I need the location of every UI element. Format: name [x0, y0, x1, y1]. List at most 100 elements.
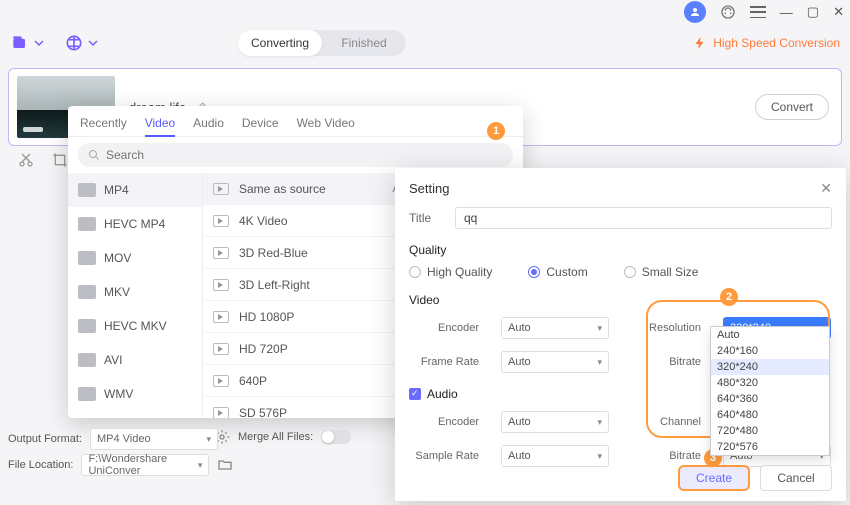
title-field-label: Title	[409, 211, 445, 225]
sidebar-item-hevc-mkv[interactable]: HEVC MKV	[68, 309, 202, 343]
add-file-button[interactable]	[10, 33, 44, 53]
sidebar-item-label: MKV	[104, 285, 130, 299]
resolution-option[interactable]: 720*576	[711, 439, 829, 455]
preset-icon	[213, 407, 229, 419]
preset-label: Same as source	[239, 182, 326, 196]
sidebar-item-hevc-mp4[interactable]: HEVC MP4	[68, 207, 202, 241]
select-value: Auto	[508, 416, 531, 428]
preset-icon	[213, 215, 229, 227]
output-format-select[interactable]: MP4 Video▾	[90, 428, 218, 450]
output-format-value: MP4 Video	[97, 433, 151, 445]
preset-label: 3D Red-Blue	[239, 246, 308, 260]
encoder-label: Encoder	[409, 322, 479, 334]
radio-small-size[interactable]: Small Size	[624, 265, 699, 279]
sidebar-item-avi[interactable]: AVI	[68, 343, 202, 377]
create-button-label: Create	[696, 471, 732, 485]
create-button[interactable]: Create	[678, 465, 750, 491]
user-avatar-button[interactable]	[684, 1, 706, 23]
sidebar-item-mp4[interactable]: MP4	[68, 173, 202, 207]
audio-checkbox[interactable]	[409, 388, 421, 400]
tab-device[interactable]: Device	[242, 116, 279, 130]
audio-bitrate-label: Bitrate	[631, 450, 701, 462]
audio-encoder-select[interactable]: Auto▾	[501, 411, 609, 433]
preset-label: 4K Video	[239, 214, 288, 228]
high-speed-toggle[interactable]: High Speed Conversion	[693, 36, 840, 50]
framerate-select[interactable]: Auto▾	[501, 351, 609, 373]
support-icon[interactable]	[720, 4, 736, 20]
preset-icon	[213, 375, 229, 387]
radio-label: Custom	[546, 265, 587, 279]
add-url-button[interactable]	[64, 33, 98, 53]
video-bitrate-label: Bitrate	[631, 356, 701, 368]
crop-icon[interactable]	[52, 152, 68, 168]
tab-web-video[interactable]: Web Video	[297, 116, 355, 130]
file-location-label: File Location:	[8, 459, 73, 471]
format-category-tabs: Recently Video Audio Device Web Video	[68, 106, 523, 137]
tab-converting[interactable]: Converting	[238, 30, 322, 56]
settings-title: Setting	[409, 181, 449, 196]
format-sidebar: MP4 HEVC MP4 MOV MKV HEVC MKV AVI WMV	[68, 173, 203, 418]
radio-custom[interactable]: Custom	[528, 265, 587, 279]
format-search-box[interactable]	[78, 143, 513, 167]
channel-label: Channel	[631, 416, 701, 428]
radio-label: High Quality	[427, 265, 492, 279]
radio-high-quality[interactable]: High Quality	[409, 265, 492, 279]
preset-label: HD 720P	[239, 342, 288, 356]
tab-toggle: Converting Finished	[238, 30, 406, 56]
samplerate-select[interactable]: Auto▾	[501, 445, 609, 467]
close-icon[interactable]: ✕	[820, 180, 832, 197]
video-encoder-select[interactable]: Auto▾	[501, 317, 609, 339]
tab-finished[interactable]: Finished	[322, 30, 406, 56]
select-value: Auto	[508, 322, 531, 334]
cancel-button[interactable]: Cancel	[760, 465, 832, 491]
callout-badge-2: 2	[720, 288, 738, 306]
preset-icon	[213, 279, 229, 291]
open-folder-button[interactable]	[217, 457, 233, 473]
tab-recently[interactable]: Recently	[80, 116, 127, 130]
quality-section-label: Quality	[409, 243, 832, 257]
sidebar-item-label: MOV	[104, 251, 131, 265]
title-input[interactable]	[455, 207, 832, 229]
preset-icon	[213, 247, 229, 259]
resolution-option[interactable]: 320*240	[711, 359, 829, 375]
resolution-option[interactable]: 640*360	[711, 391, 829, 407]
resolution-dropdown-list: Auto 240*160 320*240 480*320 640*360 640…	[710, 326, 830, 456]
tab-audio[interactable]: Audio	[193, 116, 224, 130]
select-value: Auto	[508, 356, 531, 368]
framerate-label: Frame Rate	[409, 356, 479, 368]
high-speed-label: High Speed Conversion	[713, 36, 840, 50]
format-search-input[interactable]	[106, 143, 503, 167]
resolution-option[interactable]: 640*480	[711, 407, 829, 423]
resolution-option[interactable]: 240*160	[711, 343, 829, 359]
window-close-button[interactable]: ✕	[833, 4, 844, 20]
sidebar-item-mov[interactable]: MOV	[68, 241, 202, 275]
samplerate-label: Sample Rate	[409, 450, 479, 462]
chevron-down-icon	[34, 38, 44, 48]
window-maximize-button[interactable]: ▢	[807, 4, 819, 20]
preset-label: 640P	[239, 374, 267, 388]
select-value: Auto	[508, 450, 531, 462]
preset-icon	[213, 183, 229, 195]
resolution-option[interactable]: 480*320	[711, 375, 829, 391]
convert-button[interactable]: Convert	[755, 94, 829, 120]
hamburger-menu-icon[interactable]	[750, 6, 766, 18]
preset-label: 3D Left-Right	[239, 278, 310, 292]
window-titlebar: — ▢ ✕	[0, 0, 850, 24]
search-icon	[88, 149, 100, 161]
radio-label: Small Size	[642, 265, 699, 279]
resolution-option[interactable]: Auto	[711, 327, 829, 343]
resolution-option[interactable]: 720*480	[711, 423, 829, 439]
tab-video[interactable]: Video	[145, 116, 175, 137]
sidebar-item-label: MP4	[104, 183, 129, 197]
resolution-label: Resolution	[631, 322, 701, 334]
sidebar-item-mkv[interactable]: MKV	[68, 275, 202, 309]
trim-icon[interactable]	[18, 152, 34, 168]
callout-badge-1: 1	[487, 122, 505, 140]
sidebar-item-wmv[interactable]: WMV	[68, 377, 202, 411]
preset-label: HD 1080P	[239, 310, 294, 324]
lightning-icon	[693, 36, 707, 50]
window-minimize-button[interactable]: —	[780, 5, 793, 20]
file-location-select[interactable]: F:\Wondershare UniConver▾	[81, 454, 209, 476]
preset-icon	[213, 343, 229, 355]
audio-section-label: Audio	[427, 387, 458, 401]
